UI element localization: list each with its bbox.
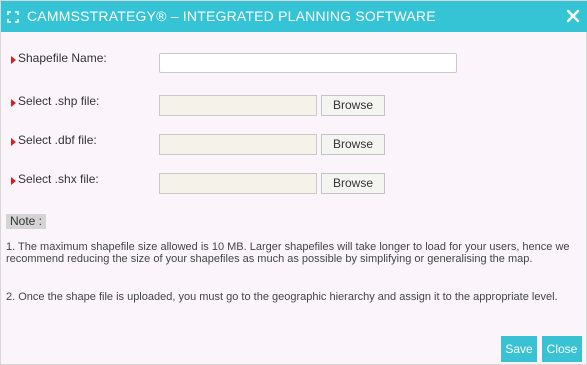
shapefile-name-row: Shapefile Name: — [1, 51, 587, 79]
dbf-file-input[interactable] — [159, 134, 317, 155]
dialog-titlebar: CAMMSSTRATEGY® – INTEGRATED PLANNING SOF… — [1, 1, 587, 32]
dbf-file-label: Select .dbf file: — [18, 133, 97, 147]
shx-file-input[interactable] — [159, 173, 317, 194]
dbf-file-row: Select .dbf file: Browse — [1, 133, 587, 161]
shp-file-label: Select .shp file: — [18, 94, 100, 108]
required-marker-icon — [11, 99, 16, 107]
required-marker-icon — [11, 177, 16, 185]
dbf-browse-button[interactable]: Browse — [321, 134, 385, 155]
close-button[interactable]: Close — [542, 336, 582, 362]
save-button[interactable]: Save — [501, 336, 537, 362]
shx-file-label: Select .shx file: — [18, 172, 99, 186]
required-marker-icon — [11, 56, 16, 64]
note-item: 2. Once the shape file is uploaded, you … — [6, 291, 558, 303]
shp-file-row: Select .shp file: Browse — [1, 94, 587, 122]
note-item: 1. The maximum shapefile size allowed is… — [6, 241, 570, 265]
shx-file-row: Select .shx file: Browse — [1, 172, 587, 200]
shx-browse-button[interactable]: Browse — [321, 173, 385, 194]
shp-browse-button[interactable]: Browse — [321, 95, 385, 116]
upload-shapefile-dialog: CAMMSSTRATEGY® – INTEGRATED PLANNING SOF… — [0, 0, 587, 365]
dialog-title: CAMMSSTRATEGY® – INTEGRATED PLANNING SOF… — [27, 8, 436, 24]
shapefile-name-input[interactable] — [159, 53, 457, 73]
close-icon[interactable] — [564, 7, 582, 25]
shp-file-input[interactable] — [159, 95, 317, 116]
shapefile-name-label: Shapefile Name: — [18, 51, 107, 65]
required-marker-icon — [11, 138, 16, 146]
note-heading: Note : — [6, 214, 47, 229]
expand-icon — [7, 11, 19, 23]
